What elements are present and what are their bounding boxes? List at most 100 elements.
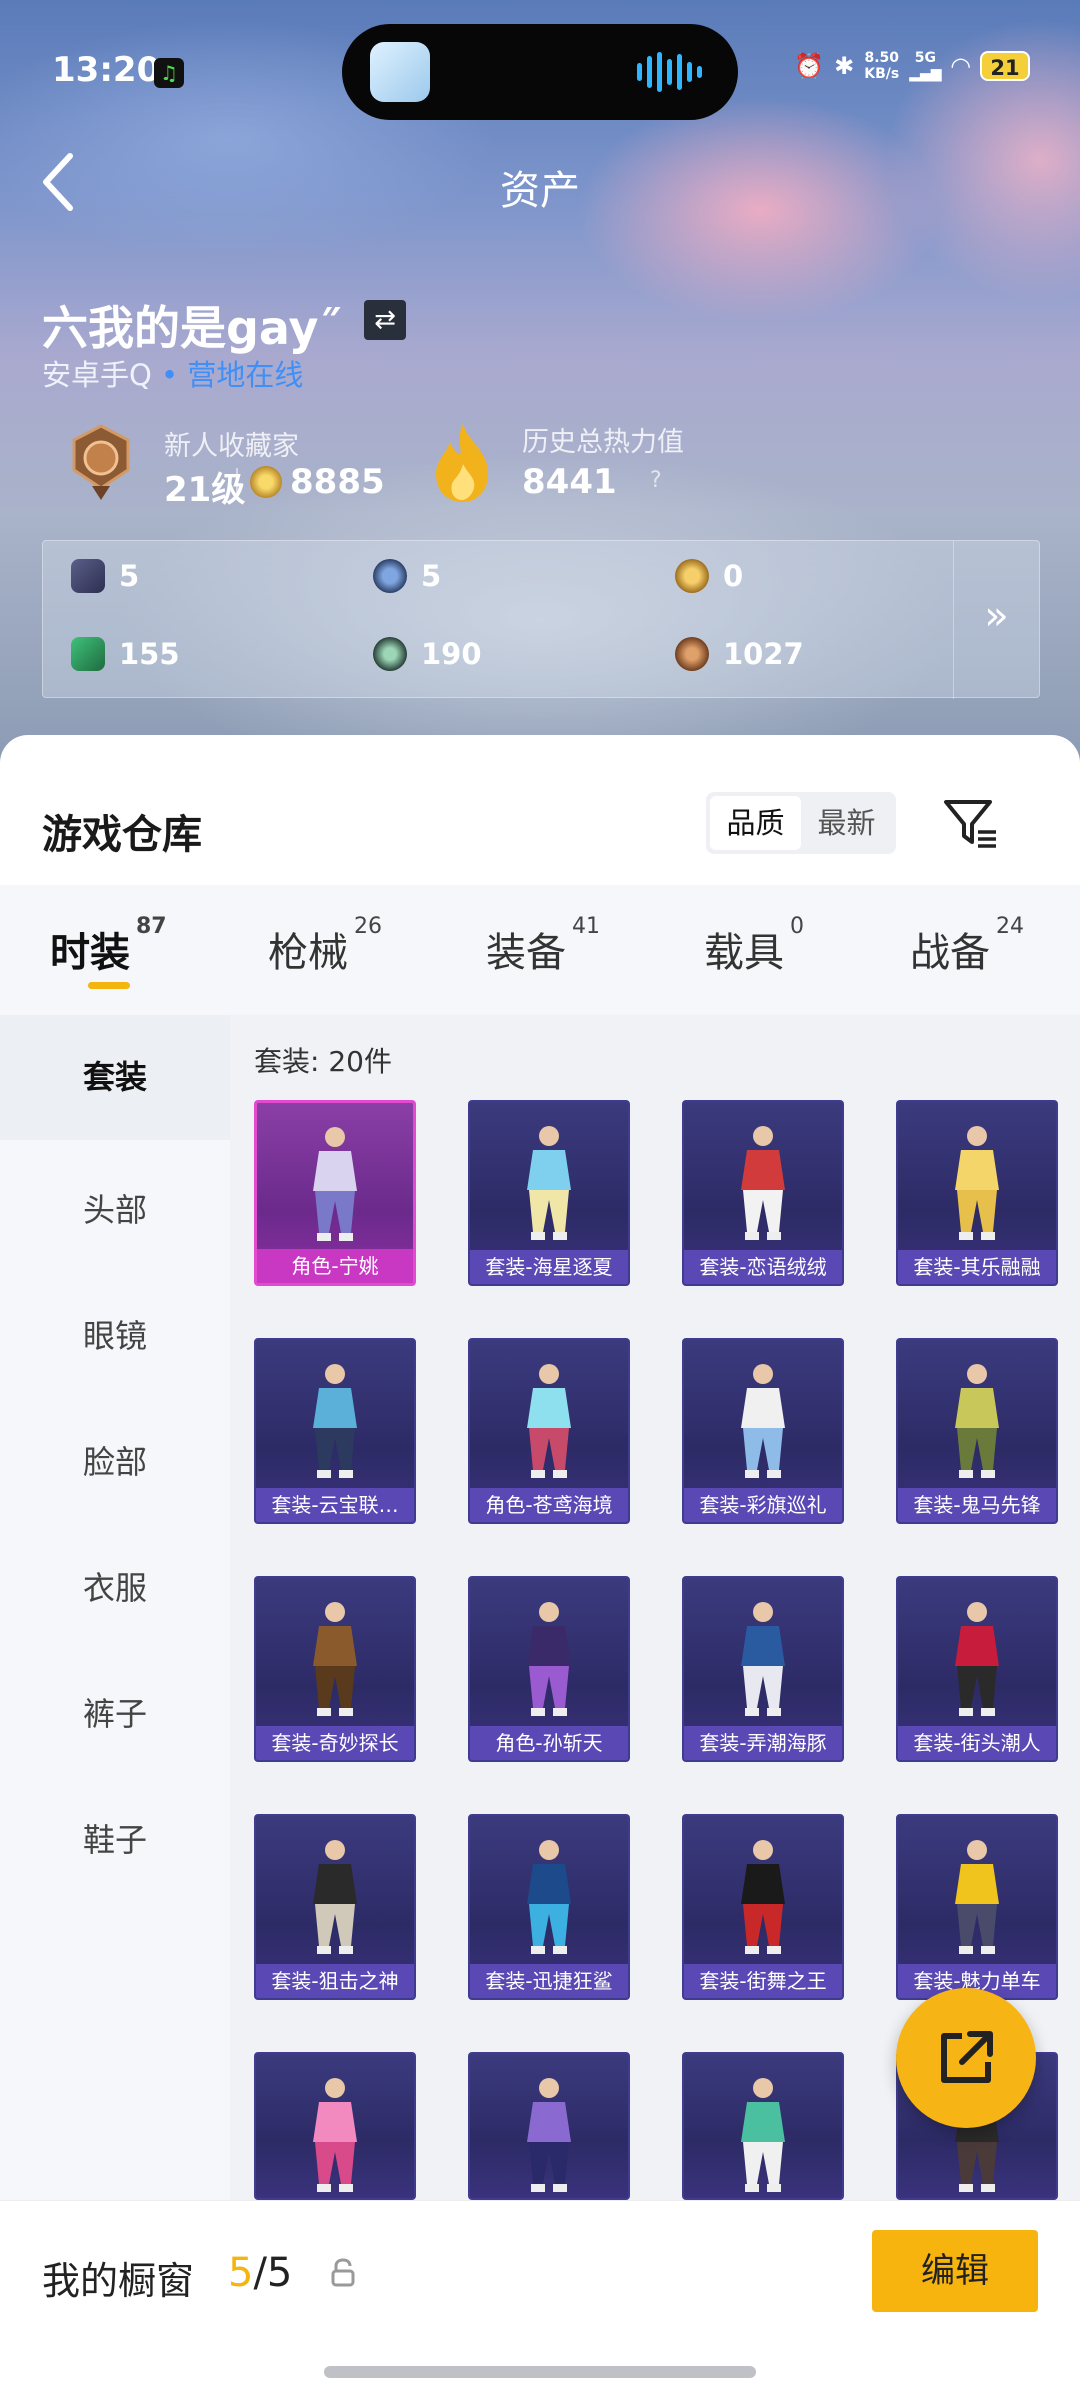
stats-expand-button[interactable]: »: [953, 541, 1039, 699]
side-item-head[interactable]: 头部: [0, 1185, 230, 1231]
bluetooth-icon: ✱: [834, 52, 855, 80]
item-card[interactable]: 套装-彩旗巡礼: [682, 1338, 844, 1524]
item-card[interactable]: 套装-奇妙探长: [254, 1576, 416, 1762]
status-bar: 13:20 ♫ ⏰ ✱ 8.50 KB/s 5G ▂▄▆ ◠ 21: [0, 0, 1080, 140]
edit-button[interactable]: 编辑: [872, 2230, 1038, 2312]
outfit-figure-icon: [313, 1840, 357, 1954]
help-icon[interactable]: ?: [650, 468, 662, 493]
tab-guns[interactable]: 枪械26: [268, 914, 382, 978]
stat-silver: 5: [373, 559, 441, 593]
item-card[interactable]: 套装-迅捷狂鲨: [468, 1814, 630, 2000]
outfit-figure-icon: [741, 1840, 785, 1954]
sort-newest[interactable]: 最新: [801, 796, 892, 850]
home-indicator: [324, 2366, 756, 2378]
outfit-figure-icon: [955, 1602, 999, 1716]
heat-value: 8441: [522, 462, 617, 502]
page-title: 资产: [500, 168, 580, 214]
wifi-icon: ◠: [951, 52, 970, 80]
outfit-figure-icon: [741, 1602, 785, 1716]
outfit-figure-icon: [313, 1602, 357, 1716]
item-card[interactable]: 套装-魅力单车: [896, 1814, 1058, 2000]
sort-quality[interactable]: 品质: [710, 796, 801, 850]
audio-wave-icon: [637, 52, 702, 92]
item-card-label: 套装-其乐融融: [898, 1250, 1056, 1284]
gem-icon: [373, 637, 407, 671]
system-icons: ⏰ ✱ 8.50 KB/s 5G ▂▄▆ ◠ 21: [794, 50, 1030, 82]
share-button[interactable]: [896, 1988, 1036, 2128]
outfit-figure-icon: [955, 1364, 999, 1478]
stat-bronze: 1027: [675, 637, 804, 671]
share-icon: [941, 2031, 993, 2083]
platform-line: 安卓手Q • 营地在线: [42, 352, 303, 394]
collector-level: 21级: [164, 470, 246, 510]
outfit-figure-icon: [313, 1127, 357, 1241]
outfit-figure-icon: [955, 1840, 999, 1954]
side-item-pants[interactable]: 裤子: [0, 1689, 230, 1735]
item-card-label: 角色-宁姚: [257, 1249, 413, 1283]
battery-icon: 21: [980, 51, 1030, 81]
showcase-label: 我的橱窗: [42, 2259, 195, 2303]
tab-supplies[interactable]: 战备24: [910, 914, 1024, 978]
switch-account-button[interactable]: ⇄: [364, 300, 406, 340]
bronze-token-icon: [675, 637, 709, 671]
item-card[interactable]: 套装-鬼马先锋: [896, 1338, 1058, 1524]
coin-value: 8885: [290, 462, 385, 502]
item-card[interactable]: [254, 2052, 416, 2200]
gold-token-icon: [675, 559, 709, 593]
item-card[interactable]: 套装-街头潮人: [896, 1576, 1058, 1762]
alarm-icon: ⏰: [794, 52, 825, 80]
signal-icon: 5G ▂▄▆: [909, 50, 942, 82]
collector-rank-title: 新人收藏家: [164, 431, 299, 462]
item-card[interactable]: 套装-街舞之王: [682, 1814, 844, 2000]
lock-icon: [331, 2258, 355, 2287]
tab-equipment[interactable]: 装备41: [486, 914, 600, 978]
player-name: 六我的是gay˝: [42, 301, 342, 355]
item-card[interactable]: 角色-宁姚: [254, 1100, 416, 1286]
item-card-label: 套装-狙击之神: [256, 1964, 414, 1998]
item-card-label: 套装-云宝联…: [256, 1488, 414, 1522]
outfit-figure-icon: [741, 1126, 785, 1240]
side-item-face[interactable]: 脸部: [0, 1437, 230, 1483]
item-card-label: 角色-苍鸢海境: [470, 1488, 628, 1522]
item-card-label: 套装-弄潮海豚: [684, 1726, 842, 1760]
clock: 13:20: [52, 50, 161, 90]
item-card-label: 套装-迅捷狂鲨: [470, 1964, 628, 1998]
side-item-shoes[interactable]: 鞋子: [0, 1815, 230, 1861]
outfit-figure-icon: [527, 1840, 571, 1954]
item-card[interactable]: 角色-苍鸢海境: [468, 1338, 630, 1524]
item-card-label: 套装-海星逐夏: [470, 1250, 628, 1284]
warehouse-title: 游戏仓库: [42, 812, 202, 858]
item-card[interactable]: 角色-孙斩天: [468, 1576, 630, 1762]
item-card[interactable]: 套装-狙击之神: [254, 1814, 416, 2000]
side-item-glasses[interactable]: 眼镜: [0, 1311, 230, 1357]
item-card[interactable]: [468, 2052, 630, 2200]
dynamic-island: [342, 24, 738, 120]
item-card[interactable]: 套装-云宝联…: [254, 1338, 416, 1524]
filter-icon[interactable]: [942, 796, 998, 850]
tab-fashion[interactable]: 时装87: [50, 914, 167, 978]
item-count: 套装: 20件: [254, 1045, 392, 1078]
tab-vehicles[interactable]: 载具0: [704, 914, 804, 978]
item-card-label: 套装-彩旗巡礼: [684, 1488, 842, 1522]
camp-online-status: 营地在线: [187, 358, 304, 392]
double-chevron-right-icon: »: [984, 593, 1009, 639]
sort-toggle: 品质 最新: [706, 792, 896, 854]
side-item-clothes[interactable]: 衣服: [0, 1563, 230, 1609]
item-card[interactable]: 套装-其乐融融: [896, 1100, 1058, 1286]
asset-stats-panel: 5 5 0 155 190 1027 »: [42, 540, 1040, 699]
item-card[interactable]: 套装-弄潮海豚: [682, 1576, 844, 1762]
item-card[interactable]: 套装-恋语绒绒: [682, 1100, 844, 1286]
item-card-label: 套装-街舞之王: [684, 1964, 842, 1998]
ticket-icon: [71, 637, 105, 671]
active-tab-indicator: [88, 982, 130, 989]
silver-token-icon: [373, 559, 407, 593]
outfit-figure-icon: [741, 1364, 785, 1478]
item-card[interactable]: 套装-海星逐夏: [468, 1100, 630, 1286]
flame-icon: [436, 424, 488, 502]
side-item-suits[interactable]: 套装: [0, 1015, 230, 1140]
item-card-label: 套装-奇妙探长: [256, 1726, 414, 1760]
item-card[interactable]: [682, 2052, 844, 2200]
stat-gem: 190: [373, 637, 482, 671]
outfit-figure-icon: [741, 2078, 785, 2192]
item-card-label: 套装-鬼马先锋: [898, 1488, 1056, 1522]
